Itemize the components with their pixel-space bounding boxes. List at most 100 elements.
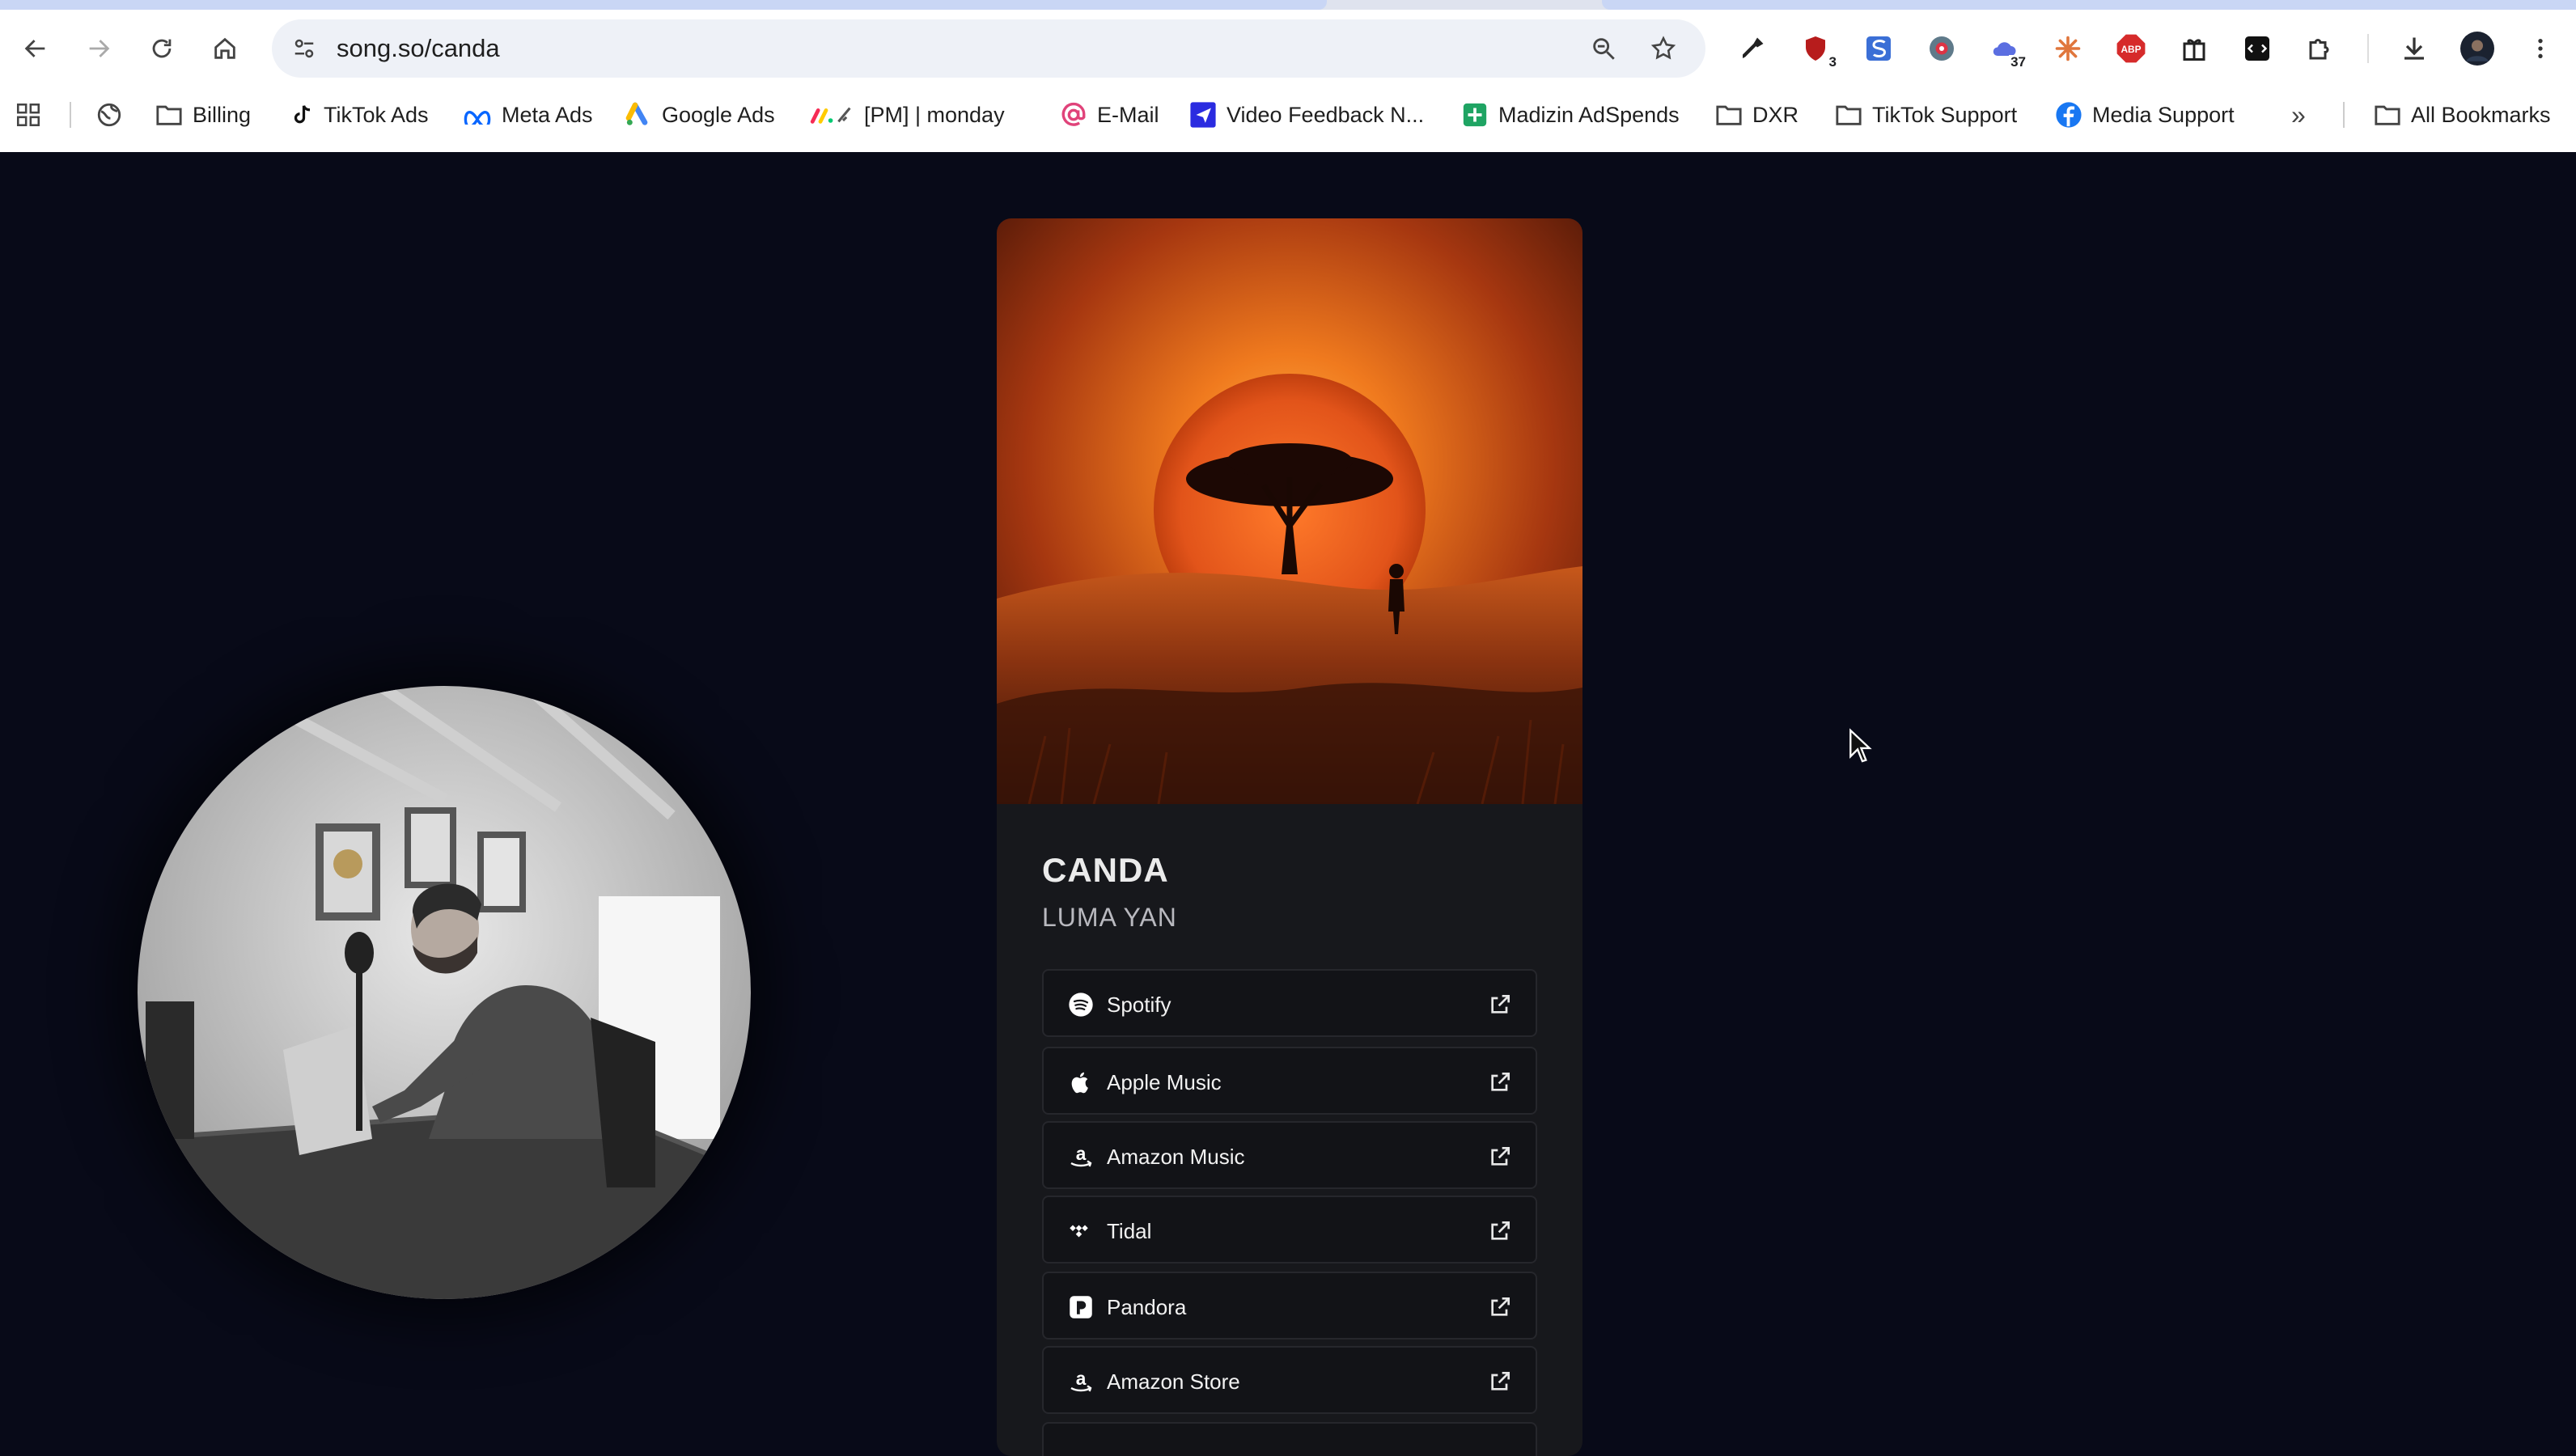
downloads-button[interactable] xyxy=(2396,31,2432,66)
cloud-extension-badge: 37 xyxy=(2009,54,2027,70)
bookmark-google-ads[interactable]: Google Ads xyxy=(625,99,775,131)
link-spotify[interactable]: Spotify xyxy=(1042,969,1537,1037)
meta-icon xyxy=(464,111,491,125)
forward-button[interactable] xyxy=(79,29,118,68)
tab-strip xyxy=(0,0,2576,10)
svg-text:a: a xyxy=(1076,1369,1087,1389)
amazon-icon: a xyxy=(1066,1367,1095,1396)
webcam-video-image xyxy=(138,686,751,1299)
tiktok-icon xyxy=(294,105,311,124)
active-tab[interactable] xyxy=(0,0,1327,10)
back-button[interactable] xyxy=(16,29,55,68)
globe-bookmark[interactable] xyxy=(95,99,123,131)
bookmark-label: TikTok Ads xyxy=(324,102,429,127)
bookmark-madizin-adspends[interactable]: Madizin AdSpends xyxy=(1461,99,1680,131)
gift-extension-icon[interactable] xyxy=(2176,31,2212,66)
pandora-icon xyxy=(1066,1293,1095,1322)
address-bar[interactable]: song.so/canda xyxy=(272,19,1705,78)
external-link-icon xyxy=(1491,1297,1510,1316)
bookmark-video-feedback[interactable]: Video Feedback N... xyxy=(1189,99,1424,131)
bookmarks-overflow-button[interactable]: » xyxy=(2291,99,2306,131)
webcam-overlay[interactable] xyxy=(138,686,751,1299)
bookmark-star-button[interactable] xyxy=(1646,31,1681,66)
bookmark-tiktok-support[interactable]: TikTok Support xyxy=(1835,99,2017,131)
bookmark-label: E-Mail xyxy=(1097,102,1159,127)
mouse-cursor-icon xyxy=(1849,728,1872,763)
bookmark-tiktok-ads[interactable]: TikTok Ads xyxy=(290,99,429,131)
facebook-icon xyxy=(2056,102,2082,128)
link-partial[interactable] xyxy=(1042,1422,1537,1456)
star-icon xyxy=(1650,36,1676,60)
sheets-icon xyxy=(1463,103,1487,127)
back-arrow-icon xyxy=(24,40,45,57)
browser-menu-button[interactable] xyxy=(2523,31,2558,66)
site-info-button[interactable] xyxy=(285,29,324,68)
eyedropper-extension-icon[interactable] xyxy=(1735,31,1770,66)
home-button[interactable] xyxy=(205,29,244,68)
external-link-icon xyxy=(1491,1372,1510,1390)
code-extension-icon[interactable] xyxy=(2239,31,2275,66)
bookmark-billing[interactable]: Billing xyxy=(155,99,251,131)
browser-chrome: song.so/canda 3 37 ABP Billing TikTok Ad… xyxy=(0,0,2576,152)
svg-text:a: a xyxy=(1076,1144,1087,1164)
bookmark-label: Video Feedback N... xyxy=(1227,102,1425,127)
link-label: Spotify xyxy=(1107,993,1171,1017)
s-extension-icon[interactable] xyxy=(1861,31,1896,66)
globe-extension-icon[interactable] xyxy=(1924,31,1960,66)
link-label: Amazon Store xyxy=(1107,1369,1240,1394)
bookmarks-divider xyxy=(70,102,71,128)
bookmark-media-support[interactable]: Media Support xyxy=(2055,99,2235,131)
folder-icon xyxy=(1836,105,1862,125)
link-apple-music[interactable]: Apple Music xyxy=(1042,1047,1537,1115)
url-text[interactable]: song.so/canda xyxy=(337,34,500,63)
bookmark-email[interactable]: E-Mail xyxy=(1060,99,1159,131)
link-amazon-store[interactable]: a Amazon Store xyxy=(1042,1346,1537,1414)
song-title: CANDA xyxy=(1042,851,1169,889)
cloud-extension-icon[interactable]: 37 xyxy=(1987,31,2027,70)
apps-button[interactable] xyxy=(15,99,42,131)
bookmark-all-bookmarks[interactable]: All Bookmarks xyxy=(2374,99,2551,131)
folder-icon xyxy=(1716,105,1742,125)
bookmark-meta-ads[interactable]: Meta Ads xyxy=(463,99,593,131)
zoom-button[interactable] xyxy=(1586,31,1621,66)
tidal-icon xyxy=(1066,1217,1095,1246)
external-link-icon xyxy=(1491,995,1510,1014)
bookmark-label: All Bookmarks xyxy=(2411,102,2551,127)
google-ads-icon xyxy=(625,102,648,125)
puzzle-extensions-icon[interactable] xyxy=(2303,31,2338,66)
shield-extension-badge: 3 xyxy=(1827,54,1838,70)
link-label: Tidal xyxy=(1107,1219,1152,1243)
svg-text:ABP: ABP xyxy=(2121,44,2141,55)
artist-name: LUMA YAN xyxy=(1042,903,1177,932)
spotify-icon xyxy=(1066,990,1095,1019)
link-amazon-music[interactable]: a Amazon Music xyxy=(1042,1121,1537,1189)
external-link-icon xyxy=(1491,1147,1510,1166)
bookmark-label: [PM] | monday xyxy=(864,102,1005,127)
bookmark-label: DXR xyxy=(1752,102,1799,127)
inactive-tab[interactable] xyxy=(1602,0,2576,10)
external-link-icon xyxy=(1491,1073,1510,1091)
link-label: Amazon Music xyxy=(1107,1145,1245,1169)
link-pandora[interactable]: Pandora xyxy=(1042,1272,1537,1340)
forward-arrow-icon xyxy=(89,40,110,57)
abp-extension-icon[interactable]: ABP xyxy=(2113,31,2149,66)
download-icon xyxy=(2404,37,2424,60)
reload-button[interactable] xyxy=(142,29,181,68)
bookmark-label: Google Ads xyxy=(662,102,775,127)
starburst-extension-icon[interactable] xyxy=(2050,31,2086,66)
toolbar-divider xyxy=(2367,34,2369,63)
bookmark-label: Billing xyxy=(193,102,252,127)
monday-icon xyxy=(810,107,851,124)
home-icon xyxy=(214,37,235,59)
profile-avatar[interactable] xyxy=(2459,31,2495,66)
apps-grid-icon xyxy=(16,103,40,127)
folder-icon xyxy=(2375,105,2400,125)
bookmark-monday[interactable]: [PM] | monday xyxy=(809,99,1005,131)
bookmarks-bar: Billing TikTok Ads Meta Ads Google Ads [… xyxy=(0,91,2576,136)
bookmark-label: Media Support xyxy=(2092,102,2235,127)
link-tidal[interactable]: Tidal xyxy=(1042,1196,1537,1263)
shield-extension-icon[interactable]: 3 xyxy=(1798,31,1838,70)
at-icon xyxy=(1061,102,1086,126)
bookmark-dxr[interactable]: DXR xyxy=(1715,99,1799,131)
external-link-icon xyxy=(1491,1221,1510,1240)
